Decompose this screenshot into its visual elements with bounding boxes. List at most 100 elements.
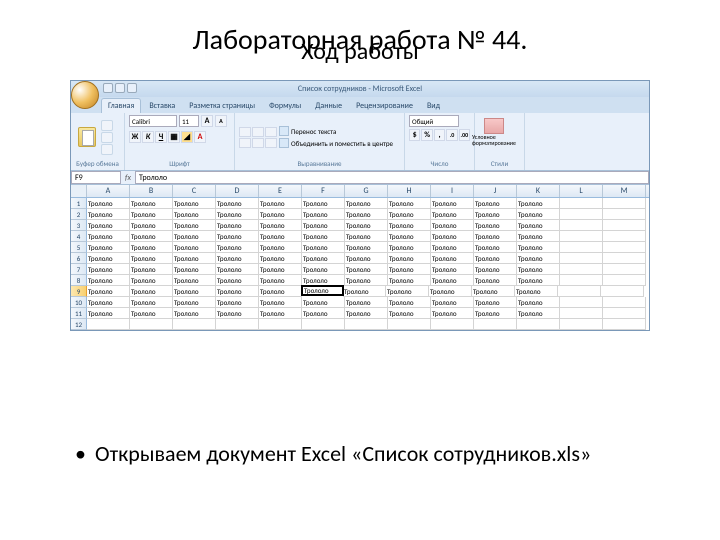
cell-H6[interactable]: Трололо <box>388 253 431 264</box>
font-name-select[interactable]: Calibri <box>129 115 177 127</box>
col-header-H[interactable]: H <box>388 185 431 197</box>
col-header-I[interactable]: I <box>431 185 474 197</box>
cell-K3[interactable]: Трололо <box>517 220 560 231</box>
office-button[interactable] <box>71 81 99 109</box>
percent-icon[interactable]: % <box>421 129 432 141</box>
cell-E8[interactable]: Трололо <box>259 275 302 286</box>
cell-A2[interactable]: Трололо <box>87 209 130 220</box>
cell-B9[interactable]: Трололо <box>130 286 173 297</box>
col-header-D[interactable]: D <box>216 185 259 197</box>
cell-K4[interactable]: Трололо <box>517 231 560 242</box>
col-header-K[interactable]: K <box>517 185 560 197</box>
decrease-decimal-icon[interactable]: .00 <box>459 129 470 141</box>
cell-G9[interactable]: Трололо <box>343 286 386 297</box>
cell-L6[interactable] <box>560 253 603 264</box>
cell-J5[interactable]: Трололо <box>474 242 517 253</box>
cell-I6[interactable]: Трололо <box>431 253 474 264</box>
row-header-8[interactable]: 8 <box>71 275 87 286</box>
grow-font-icon[interactable]: A <box>201 115 213 127</box>
cell-H8[interactable]: Трололо <box>388 275 431 286</box>
cell-M9[interactable] <box>601 286 644 297</box>
align-bottom-icon[interactable] <box>265 127 277 137</box>
row-header-1[interactable]: 1 <box>71 198 87 209</box>
col-header-C[interactable]: C <box>173 185 216 197</box>
formula-input[interactable]: Трололо <box>135 171 649 184</box>
cell-H11[interactable]: Трололо <box>388 308 431 319</box>
cell-E1[interactable]: Трололо <box>259 198 302 209</box>
cell-D6[interactable]: Трололо <box>216 253 259 264</box>
ribbon-tab-2[interactable]: Разметка страницы <box>183 99 261 113</box>
cell-D11[interactable]: Трололо <box>216 308 259 319</box>
cell-G4[interactable]: Трололо <box>345 231 388 242</box>
ribbon-tab-6[interactable]: Вид <box>421 99 446 113</box>
cell-D4[interactable]: Трололо <box>216 231 259 242</box>
cell-B4[interactable]: Трололо <box>130 231 173 242</box>
name-box[interactable]: F9 <box>71 171 121 184</box>
cell-I12[interactable] <box>431 319 474 330</box>
cell-A12[interactable] <box>87 319 130 330</box>
cell-H5[interactable]: Трололо <box>388 242 431 253</box>
cell-I1[interactable]: Трололо <box>431 198 474 209</box>
cell-F7[interactable]: Трололо <box>302 264 345 275</box>
row-header-11[interactable]: 11 <box>71 308 87 319</box>
cell-M11[interactable] <box>603 308 646 319</box>
cell-L2[interactable] <box>560 209 603 220</box>
number-format-select[interactable]: Общий <box>409 115 459 127</box>
cell-A3[interactable]: Трололо <box>87 220 130 231</box>
cell-F2[interactable]: Трололо <box>302 209 345 220</box>
cell-E12[interactable] <box>259 319 302 330</box>
wrap-text-button[interactable]: Перенос текста <box>279 126 393 136</box>
cell-L4[interactable] <box>560 231 603 242</box>
cell-D5[interactable]: Трололо <box>216 242 259 253</box>
cell-L5[interactable] <box>560 242 603 253</box>
cell-C12[interactable] <box>173 319 216 330</box>
cell-J6[interactable]: Трололо <box>474 253 517 264</box>
ribbon-tab-0[interactable]: Главная <box>101 98 141 113</box>
ribbon-tab-3[interactable]: Формулы <box>263 99 307 113</box>
align-top-icon[interactable] <box>239 127 251 137</box>
col-header-B[interactable]: B <box>130 185 173 197</box>
cell-J12[interactable] <box>474 319 517 330</box>
cell-K9[interactable]: Трололо <box>515 286 558 297</box>
cell-K12[interactable] <box>517 319 560 330</box>
cell-M1[interactable] <box>603 198 646 209</box>
cell-B7[interactable]: Трололо <box>130 264 173 275</box>
cell-H7[interactable]: Трололо <box>388 264 431 275</box>
cell-C9[interactable]: Трололо <box>173 286 216 297</box>
cell-I9[interactable]: Трололо <box>429 286 472 297</box>
col-header-A[interactable]: A <box>87 185 130 197</box>
fx-icon[interactable]: fx <box>121 171 135 184</box>
cell-E2[interactable]: Трололо <box>259 209 302 220</box>
cell-K10[interactable]: Трололо <box>517 297 560 308</box>
cell-H3[interactable]: Трололо <box>388 220 431 231</box>
cell-I5[interactable]: Трололо <box>431 242 474 253</box>
paste-button[interactable] <box>75 117 99 157</box>
cell-G12[interactable] <box>345 319 388 330</box>
cell-C1[interactable]: Трололо <box>173 198 216 209</box>
cell-F5[interactable]: Трололо <box>302 242 345 253</box>
cell-A6[interactable]: Трололо <box>87 253 130 264</box>
cell-I7[interactable]: Трололо <box>431 264 474 275</box>
row-header-5[interactable]: 5 <box>71 242 87 253</box>
cell-B5[interactable]: Трололо <box>130 242 173 253</box>
cell-K6[interactable]: Трололо <box>517 253 560 264</box>
cell-F10[interactable]: Трололо <box>302 297 345 308</box>
cell-I11[interactable]: Трололо <box>431 308 474 319</box>
cell-M6[interactable] <box>603 253 646 264</box>
cell-L10[interactable] <box>560 297 603 308</box>
cell-E6[interactable]: Трололо <box>259 253 302 264</box>
cell-F6[interactable]: Трололо <box>302 253 345 264</box>
cell-B1[interactable]: Трололо <box>130 198 173 209</box>
cell-C2[interactable]: Трололо <box>173 209 216 220</box>
underline-button[interactable]: Ч <box>155 131 167 143</box>
cell-J3[interactable]: Трололо <box>474 220 517 231</box>
cell-D10[interactable]: Трололо <box>216 297 259 308</box>
cell-C10[interactable]: Трололо <box>173 297 216 308</box>
cell-D12[interactable] <box>216 319 259 330</box>
format-painter-icon[interactable] <box>101 144 113 155</box>
col-header-L[interactable]: L <box>560 185 603 197</box>
cell-B10[interactable]: Трололо <box>130 297 173 308</box>
cell-D8[interactable]: Трололо <box>216 275 259 286</box>
cell-J11[interactable]: Трололо <box>474 308 517 319</box>
cell-F1[interactable]: Трололо <box>302 198 345 209</box>
